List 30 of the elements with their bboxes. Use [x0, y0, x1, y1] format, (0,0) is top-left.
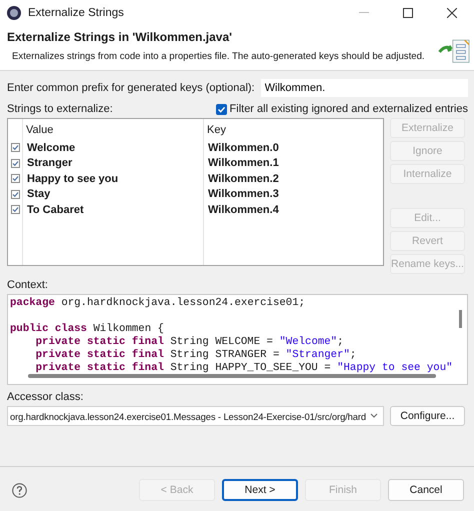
wizard-title: Externalize Strings in 'Wilkommen.java'	[7, 30, 233, 44]
table-cell-text: Wilkommen.3	[207, 187, 280, 202]
wizard-description: Externalizes strings from code into a properties file. The auto-generated keys should be adjusted.	[12, 51, 426, 62]
column-header[interactable]: Value	[22, 119, 203, 140]
table-cell-text: To Cabaret	[26, 202, 85, 218]
accessor-label: Accessor class:	[7, 391, 84, 403]
code-line: private static final String WELCOME = "Welcome";	[34, 336, 345, 349]
table-cell-text: Wilkommen.1	[207, 156, 280, 171]
table-cell-text: Welcome	[26, 140, 76, 156]
filter-label: Filter all existing ignored and externalized entries	[230, 103, 468, 115]
prefix-field[interactable]: Wilkommen.	[260, 79, 468, 97]
strings-label: Strings to externalize:	[7, 103, 113, 115]
window-title: Externalize Strings	[28, 7, 125, 19]
accessor-dropdown[interactable]: org.hardknockjava.lesson24.exercise01.Messages - Lesson24-Exercise-01/src/org/hard	[7, 406, 384, 426]
wizard-button[interactable]: Cancel	[388, 479, 464, 501]
table-cell-text: Wilkommen.4	[207, 202, 280, 218]
prefix-label: Enter common prefix for generated keys (optional):	[7, 82, 255, 94]
configure-button[interactable]: Configure...	[390, 406, 465, 426]
table-cell-text: Wilkommen.2	[207, 172, 280, 186]
table-cell-text: Stranger	[26, 156, 74, 171]
wizard-button[interactable]: Next >	[222, 479, 298, 501]
code-line: public class Wilkommen {	[10, 323, 165, 336]
table-cell-text: Happy to see you	[26, 172, 120, 186]
code-line: package org.hardknockjava.lesson24.exercise01;	[10, 297, 306, 310]
code-line: private static final String STRANGER = "Stranger";	[34, 349, 358, 362]
table-cell-text: Stay	[26, 187, 52, 202]
column-header[interactable]: Key	[203, 119, 383, 140]
table-cell-text: Wilkommen.0	[207, 140, 280, 156]
code-line: private static final String HAPPY_TO_SEE_YOU = "Happy to see you"	[34, 362, 454, 375]
context-label: Context:	[7, 279, 49, 291]
